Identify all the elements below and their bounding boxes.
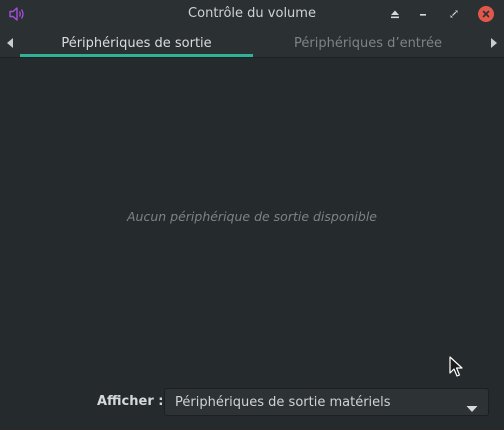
show-select-value: Périphériques de sortie matériels: [175, 395, 391, 410]
chevron-down-icon[interactable]: [466, 398, 478, 412]
close-button[interactable]: [477, 5, 495, 23]
titlebar[interactable]: Contrôle du volume: [0, 0, 504, 28]
tab-input-devices[interactable]: Périphériques d’entrée: [253, 28, 483, 58]
device-list-area: Aucun périphérique de sortie disponible: [0, 59, 504, 374]
mouse-pointer-icon: [449, 356, 463, 378]
show-devices-select[interactable]: Périphériques de sortie matériels: [164, 388, 489, 416]
minimize-icon[interactable]: [414, 5, 432, 23]
tab-scroll-right-icon[interactable]: [488, 36, 500, 50]
active-tab-indicator: [20, 54, 253, 57]
restore-icon[interactable]: [445, 5, 463, 23]
volume-control-window: Contrôle du volume Périphériques de sort…: [0, 0, 504, 430]
tab-scroll-left-icon[interactable]: [4, 36, 16, 50]
tab-bar: Périphériques de sortie Périphériques d’…: [0, 28, 504, 58]
empty-state-message: Aucun périphérique de sortie disponible: [126, 209, 377, 224]
close-icon[interactable]: [478, 6, 494, 22]
show-label: Afficher :: [97, 394, 164, 409]
eject-icon[interactable]: [386, 5, 404, 23]
